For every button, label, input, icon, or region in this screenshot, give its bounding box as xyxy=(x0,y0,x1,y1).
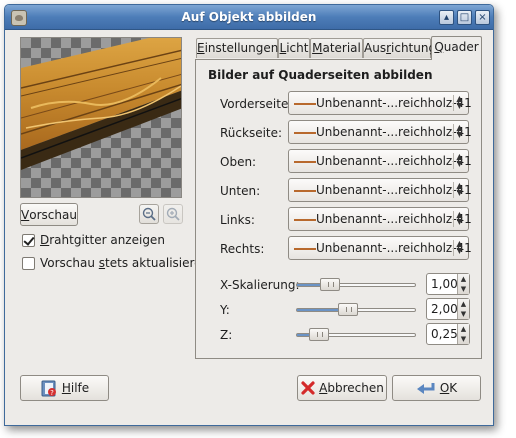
spin-arrows-icon[interactable]: ▲ ▼ xyxy=(457,324,469,344)
zoom-in-button[interactable] xyxy=(163,204,183,224)
svg-text:?: ? xyxy=(50,389,54,397)
show-wireframe-label: Drahtgitter anzeigen xyxy=(40,233,165,247)
image-swatch-icon xyxy=(294,190,316,192)
image-swatch-icon xyxy=(294,132,316,134)
combo-arrows-icon: ▲ ▼ xyxy=(453,95,465,111)
tab-licht[interactable]: Licht xyxy=(278,38,310,58)
slider-thumb[interactable] xyxy=(309,328,329,341)
close-icon: × xyxy=(478,12,487,23)
spin-arrows-icon[interactable]: ▲ ▼ xyxy=(457,299,469,319)
front-face-label: Vorderseite: xyxy=(220,97,293,111)
combo-arrows-icon: ▲ ▼ xyxy=(453,240,465,256)
x-scale-slider[interactable] xyxy=(296,278,416,291)
combo-arrows-icon: ▲ ▼ xyxy=(453,182,465,198)
minimize-button[interactable]: ▴ xyxy=(439,10,454,25)
always-update-preview-label: Vorschau stets aktualisieren xyxy=(40,256,210,270)
back-face-label: Rückseite: xyxy=(220,126,283,140)
y-scale-label: Y: xyxy=(220,303,230,317)
preview-button-mnemonic: V xyxy=(21,207,30,222)
title-bar[interactable]: Auf Objekt abbilden ▴ □ × xyxy=(5,5,493,30)
always-update-preview-checkbox[interactable]: Vorschau stets aktualisieren xyxy=(22,256,209,270)
combo-arrows-icon: ▲ ▼ xyxy=(453,153,465,169)
y-scale-slider[interactable] xyxy=(296,303,416,316)
left-face-combo[interactable]: Unbenannt-...reichholz-41 ▲ ▼ xyxy=(288,207,472,231)
checkbox-unchecked-icon[interactable] xyxy=(22,256,35,270)
combo-arrows-icon: ▲ ▼ xyxy=(453,124,465,140)
enter-arrow-icon xyxy=(416,383,435,394)
top-face-combo[interactable]: Unbenannt-...reichholz-41 ▲ ▼ xyxy=(288,149,472,173)
combo-arrows-icon: ▲ ▼ xyxy=(453,211,465,227)
preview-button-label: orschau xyxy=(29,207,77,222)
left-face-label: Links: xyxy=(220,213,255,227)
window-title: Auf Objekt abbilden xyxy=(181,10,317,24)
ok-button-label: OK xyxy=(439,381,458,395)
maximize-icon: □ xyxy=(459,12,470,23)
zoom-out-button[interactable] xyxy=(139,204,159,224)
close-button[interactable]: × xyxy=(475,10,490,25)
back-face-combo[interactable]: Unbenannt-...reichholz-41 ▲ ▼ xyxy=(288,120,472,144)
bottom-face-label: Unten: xyxy=(220,184,261,198)
minimize-icon: ▴ xyxy=(443,12,450,23)
right-face-combo[interactable]: Unbenannt-...reichholz-41 ▲ ▼ xyxy=(288,236,472,260)
ok-button[interactable]: OK xyxy=(392,375,481,401)
z-scale-label: Z: xyxy=(220,328,233,342)
x-scale-label: X-Skalierung: xyxy=(220,278,300,292)
tab-einstellungen[interactable]: Einstellungen xyxy=(196,38,278,58)
z-scale-spinbutton[interactable]: 0,25 ▲ ▼ xyxy=(426,323,470,345)
wood-beam-preview-image xyxy=(21,38,181,170)
zoom-out-icon xyxy=(142,207,156,221)
preview-canvas xyxy=(20,37,182,198)
help-button[interactable]: ? Hilfe xyxy=(20,375,109,401)
cancel-button-label: Abbrechen xyxy=(319,381,384,395)
section-title: Bilder auf Quaderseiten abbilden xyxy=(208,68,433,82)
image-swatch-icon xyxy=(294,248,316,250)
bottom-face-combo[interactable]: Unbenannt-...reichholz-41 ▲ ▼ xyxy=(288,178,472,202)
image-swatch-icon xyxy=(294,219,316,221)
z-scale-slider[interactable] xyxy=(296,328,416,341)
slider-thumb[interactable] xyxy=(320,278,340,291)
help-button-label: Hilfe xyxy=(61,381,90,395)
y-scale-spinbutton[interactable]: 2,00 ▲ ▼ xyxy=(426,298,470,320)
cancel-icon xyxy=(301,381,315,395)
cancel-button[interactable]: Abbrechen xyxy=(297,375,387,401)
spin-arrows-icon[interactable]: ▲ ▼ xyxy=(457,274,469,294)
tab-ausrichtung[interactable]: Ausrichtung xyxy=(363,38,436,58)
help-icon: ? xyxy=(41,380,56,397)
show-wireframe-checkbox[interactable]: Drahtgitter anzeigen xyxy=(22,233,165,247)
front-face-combo[interactable]: Unbenannt-...reichholz-41 ▲ ▼ xyxy=(288,91,472,115)
x-scale-spinbutton[interactable]: 1,00 ▲ ▼ xyxy=(426,273,470,295)
tab-quader[interactable]: Quader xyxy=(431,36,482,60)
top-face-label: Oben: xyxy=(220,155,257,169)
zoom-in-icon xyxy=(166,207,180,221)
checkbox-checked-icon[interactable] xyxy=(22,233,35,247)
right-face-label: Rechts: xyxy=(220,242,265,256)
slider-thumb[interactable] xyxy=(338,303,358,316)
tab-material[interactable]: Material xyxy=(310,38,363,58)
image-swatch-icon xyxy=(294,161,316,163)
dialog-window: Auf Objekt abbilden ▴ □ × V orschau Drah… xyxy=(4,4,494,426)
image-swatch-icon xyxy=(294,103,316,105)
preview-button[interactable]: Vorschau xyxy=(20,203,78,226)
maximize-button[interactable]: □ xyxy=(457,10,472,25)
